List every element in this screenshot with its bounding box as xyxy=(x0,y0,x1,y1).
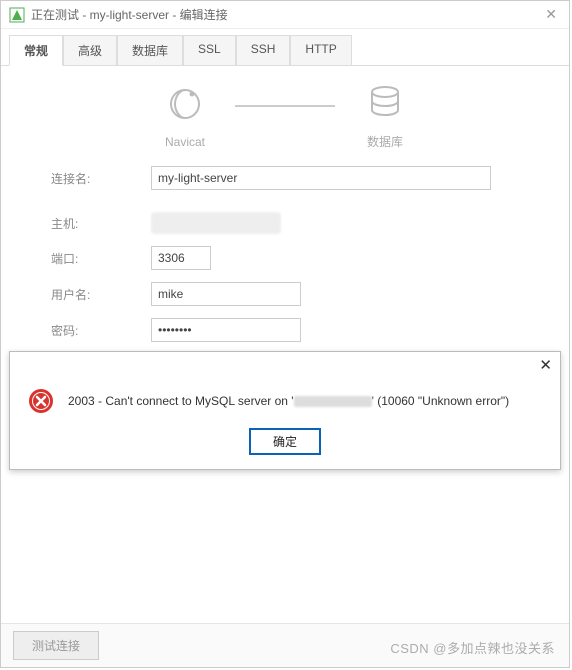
port-input[interactable] xyxy=(151,246,211,270)
error-dialog: ✕ 2003 - Can't connect to MySQL server o… xyxy=(9,351,561,470)
footer-bar: 测试连接 xyxy=(1,623,569,667)
navicat-icon xyxy=(165,84,205,129)
tab-database[interactable]: 数据库 xyxy=(117,35,183,66)
connection-editor-window: 正在测试 - my-light-server - 编辑连接 ✕ 常规 高级 数据… xyxy=(0,0,570,668)
diagram-connector-line xyxy=(235,105,335,107)
tab-http[interactable]: HTTP xyxy=(290,35,351,66)
connection-name-input[interactable] xyxy=(151,166,491,190)
tab-ssh[interactable]: SSH xyxy=(236,35,291,66)
port-label: 端口: xyxy=(51,250,151,267)
test-connection-button[interactable]: 测试连接 xyxy=(13,631,99,660)
error-message: 2003 - Can't connect to MySQL server on … xyxy=(68,394,509,408)
connection-name-label: 连接名: xyxy=(51,170,151,187)
tab-ssl[interactable]: SSL xyxy=(183,35,236,66)
username-input[interactable] xyxy=(151,282,301,306)
error-icon xyxy=(28,388,54,414)
password-label: 密码: xyxy=(51,322,151,339)
dialog-ok-button[interactable]: 确定 xyxy=(249,428,321,455)
redacted-host xyxy=(294,396,372,407)
tabs-bar: 常规 高级 数据库 SSL SSH HTTP xyxy=(1,35,569,66)
window-title: 正在测试 - my-light-server - 编辑连接 xyxy=(31,6,228,23)
tab-advanced[interactable]: 高级 xyxy=(63,35,117,66)
host-label: 主机: xyxy=(51,215,151,232)
diagram-right-label: 数据库 xyxy=(367,133,403,150)
connection-diagram: Navicat 数据库 xyxy=(1,66,569,156)
password-input[interactable] xyxy=(151,318,301,342)
connection-form: 连接名: 主机: 端口: 用户名: 密码: 保存密码 xyxy=(1,156,569,367)
app-icon xyxy=(9,7,25,23)
tab-general[interactable]: 常规 xyxy=(9,35,63,66)
database-icon xyxy=(365,82,405,127)
host-input[interactable] xyxy=(151,212,281,234)
diagram-left-label: Navicat xyxy=(165,135,205,149)
user-label: 用户名: xyxy=(51,286,151,303)
titlebar: 正在测试 - my-light-server - 编辑连接 ✕ xyxy=(1,1,569,29)
dialog-close-button[interactable]: ✕ xyxy=(539,356,552,374)
window-close-button[interactable]: ✕ xyxy=(541,6,561,23)
